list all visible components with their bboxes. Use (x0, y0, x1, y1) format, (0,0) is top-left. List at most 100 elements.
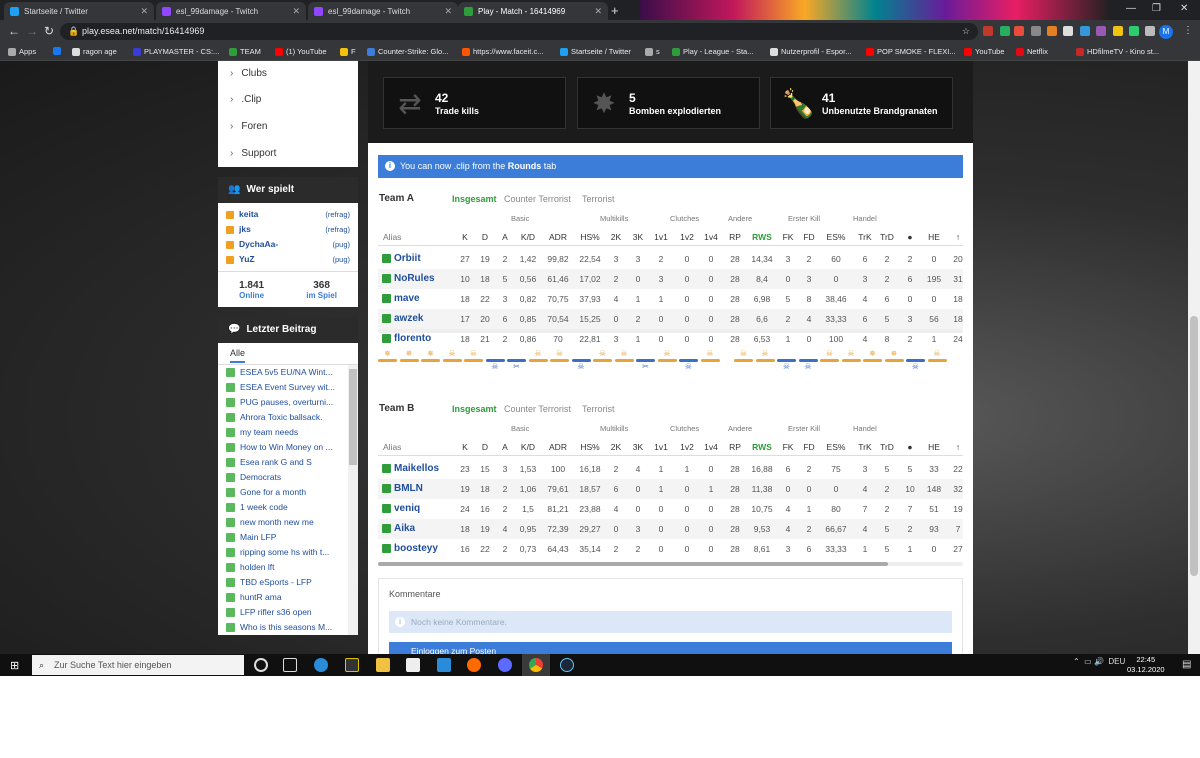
extension-icon[interactable] (1063, 26, 1073, 36)
player-tag[interactable]: (refrag) (325, 222, 350, 237)
browser-tab-active[interactable]: Play - Match - 16414969 ✕ (458, 2, 608, 20)
player-row[interactable]: DychaAa- (pug) (218, 237, 358, 252)
player-row[interactable]: keita (refrag) (218, 207, 358, 222)
browser-tab[interactable]: Startseite / Twitter ✕ (4, 2, 154, 20)
thread-title[interactable]: my team needs (240, 425, 298, 440)
player-name[interactable]: DychaAa- (239, 237, 278, 252)
thread-item[interactable]: ripping some hs with t... (218, 545, 348, 560)
bookmark-star-icon[interactable]: ☆ (962, 23, 970, 40)
new-tab-icon[interactable]: + (611, 3, 619, 18)
thread-title[interactable]: How to Win Money on ... (240, 440, 333, 455)
browser-tab[interactable]: esl_99damage - Twitch ✕ (308, 2, 458, 20)
store-icon[interactable] (406, 658, 420, 672)
thread-item[interactable]: 1 week code (218, 500, 348, 515)
column-header[interactable]: FD (794, 232, 824, 242)
extension-icon[interactable] (1145, 26, 1155, 36)
bookmark[interactable]: Apps (8, 47, 36, 56)
alias-header[interactable]: Alias (383, 232, 401, 242)
thread-scrollbar[interactable] (348, 365, 358, 635)
bookmark[interactable]: ragon age (72, 47, 117, 56)
round-marker[interactable]: ☠ (442, 349, 462, 362)
network-icon[interactable]: ▭ (1084, 657, 1092, 666)
column-header[interactable]: RP (720, 232, 750, 242)
horizontal-scrollbar[interactable] (378, 562, 888, 566)
task-view-icon[interactable] (283, 658, 297, 672)
menu-clubs[interactable]: › Clubs (218, 61, 358, 86)
player-name[interactable]: Maikellos (394, 463, 439, 474)
clock[interactable]: 22:45 03.12.2020 (1127, 655, 1165, 675)
bookmark[interactable]: F (340, 47, 356, 56)
bookmark[interactable]: Nutzerprofil - Espor... (770, 47, 851, 56)
stat-tab[interactable]: Terrorist (582, 404, 615, 414)
player-name[interactable]: BMLN (394, 483, 423, 494)
system-tray[interactable]: ⌃ ▭ 🔊 DEU (1073, 657, 1125, 666)
thread-item[interactable]: holden lft (218, 560, 348, 575)
stat-tab[interactable]: Insgesamt (452, 194, 497, 204)
file-explorer-icon[interactable] (376, 658, 390, 672)
player-link[interactable]: veniq (382, 503, 420, 514)
forward-icon[interactable]: → (26, 24, 38, 38)
thread-item[interactable]: ESEA Event Survey wit... (218, 380, 348, 395)
column-header[interactable]: ADR (543, 442, 573, 452)
app-icon[interactable] (345, 658, 359, 672)
info-text-bold[interactable]: Rounds (508, 161, 542, 171)
player-name[interactable]: boosteyy (394, 543, 438, 554)
thread-title[interactable]: ripping some hs with t... (240, 545, 329, 560)
menu-clip[interactable]: › .Clip (218, 86, 358, 113)
extension-icon[interactable] (1000, 26, 1010, 36)
tray-chevron-icon[interactable]: ⌃ (1073, 657, 1080, 666)
restore-icon[interactable]: ❐ (1152, 3, 1161, 14)
bookmark[interactable] (53, 47, 64, 55)
thread-item[interactable]: new month new me (218, 515, 348, 530)
thread-item[interactable]: Gone for a month (218, 485, 348, 500)
player-name[interactable]: NoRules (394, 273, 435, 284)
extension-icon[interactable] (1129, 26, 1139, 36)
player-name[interactable]: Aika (394, 523, 415, 534)
close-icon[interactable]: ✕ (444, 6, 452, 17)
extension-icon[interactable] (1031, 26, 1041, 36)
thread-title[interactable]: ESEA Event Survey wit... (240, 380, 335, 395)
thread-title[interactable]: ESEA 5v5 EU/NA Wint... (240, 365, 333, 380)
bookmark[interactable]: HDfilmeTV - Kino st... (1076, 47, 1159, 56)
online-label[interactable]: Online (239, 291, 264, 300)
player-link[interactable]: boosteyy (382, 543, 438, 554)
round-marker[interactable]: ✵ (863, 349, 882, 362)
edge-icon[interactable] (314, 658, 328, 672)
address-bar[interactable]: 🔒 play.esea.net/match/16414969 ☆ (60, 23, 978, 40)
player-link[interactable]: Aika (382, 523, 415, 534)
thread-title[interactable]: Gone for a month (240, 485, 306, 500)
bookmark[interactable]: Startseite / Twitter (560, 47, 631, 56)
alias-header[interactable]: Alias (383, 442, 401, 452)
player-link[interactable]: florento (382, 333, 431, 344)
taskbar-search[interactable]: ⌕ Zur Suche Text hier eingeben (32, 655, 244, 675)
thread-title[interactable]: Main LFP (240, 530, 276, 545)
round-marker[interactable]: ☠ (571, 359, 591, 372)
browser-tab[interactable]: esl_99damage - Twitch ✕ (156, 2, 306, 20)
column-header[interactable]: ↑ (943, 232, 973, 242)
player-name[interactable]: awzek (394, 313, 423, 324)
player-link[interactable]: BMLN (382, 483, 423, 494)
column-header[interactable]: ADR (543, 232, 573, 242)
app-icon[interactable] (467, 658, 481, 672)
bookmark[interactable]: POP SMOKE - FLEXI... (866, 47, 956, 56)
round-marker[interactable]: ☠ (614, 349, 634, 362)
thread-item[interactable]: Who is this seasons M... (218, 620, 348, 635)
stat-tab[interactable]: Counter Terrorist (504, 404, 571, 414)
extension-icon[interactable] (1113, 26, 1123, 36)
player-name[interactable]: florento (394, 333, 431, 344)
player-row[interactable]: YuZ (pug) (218, 252, 358, 267)
thread-title[interactable]: new month new me (240, 515, 314, 530)
extension-icon[interactable] (1080, 26, 1090, 36)
chrome-icon[interactable] (529, 658, 543, 672)
player-name[interactable]: veniq (394, 503, 420, 514)
thread-item[interactable]: Esea rank G and S (218, 455, 348, 470)
thread-title[interactable]: holden lft (240, 560, 275, 575)
stat-tab[interactable]: Insgesamt (452, 404, 497, 414)
column-header[interactable]: ↑ (943, 442, 973, 452)
bookmark[interactable]: PLAYMASTER - CS:... (133, 47, 219, 56)
thread-item[interactable]: PUG pauses, overturni... (218, 395, 348, 410)
tab-alle[interactable]: Alle (230, 343, 246, 363)
round-marker[interactable]: ☠ (550, 349, 569, 362)
thread-item[interactable]: Ahrora Toxic ballsack. (218, 410, 348, 425)
notifications-icon[interactable]: ▤ (1182, 659, 1191, 670)
